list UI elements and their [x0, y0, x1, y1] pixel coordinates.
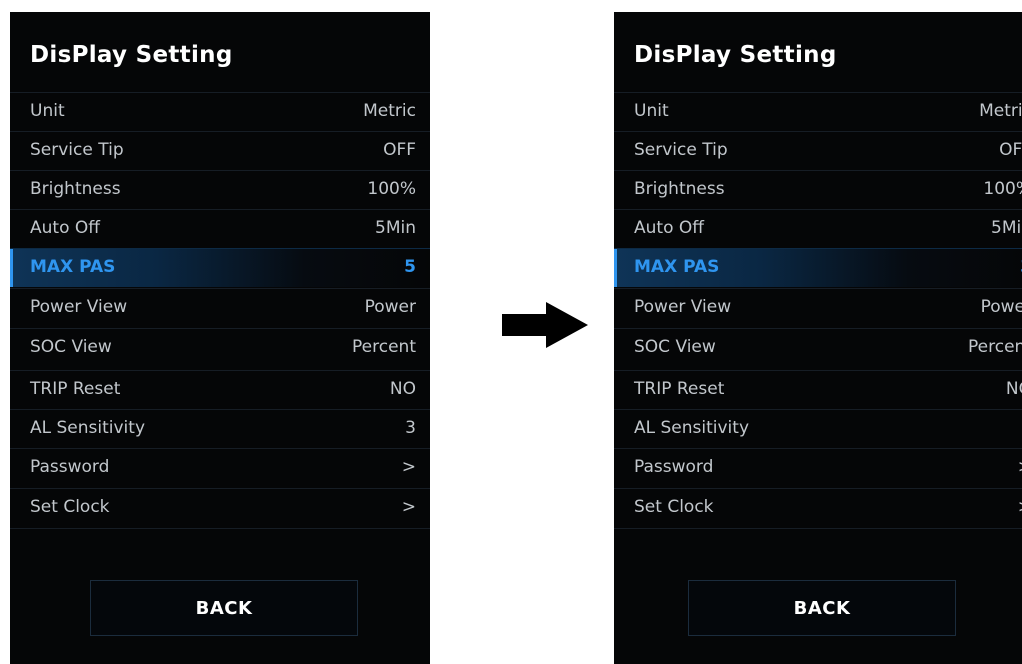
display-setting-screen-before: DisPlay Setting Unit Metric Service Tip …	[10, 12, 430, 664]
setting-label: SOC View	[30, 337, 112, 357]
setting-row-password[interactable]: Password >	[614, 448, 1022, 487]
setting-row-trip-reset[interactable]: TRIP Reset NO	[10, 370, 430, 409]
chevron-right-icon: >	[1018, 497, 1022, 517]
setting-row-service-tip[interactable]: Service Tip OFF	[10, 131, 430, 170]
setting-row-brightness[interactable]: Brightness 100%	[10, 170, 430, 209]
setting-row-password[interactable]: Password >	[10, 448, 430, 487]
setting-value: 3	[405, 418, 416, 438]
setting-value: 5Min	[991, 218, 1022, 238]
divider	[10, 528, 430, 530]
setting-value: Metric	[979, 101, 1022, 121]
setting-label: Power View	[30, 297, 128, 317]
setting-row-set-clock[interactable]: Set Clock >	[10, 488, 430, 527]
back-button[interactable]: BACK	[688, 580, 956, 636]
setting-label: Password	[30, 457, 110, 477]
setting-label: AL Sensitivity	[30, 418, 146, 438]
setting-label: TRIP Reset	[634, 379, 725, 399]
setting-label: Service Tip	[30, 140, 124, 160]
setting-row-auto-off[interactable]: Auto Off 5Min	[614, 209, 1022, 248]
setting-row-trip-reset[interactable]: TRIP Reset NO	[614, 370, 1022, 409]
setting-label: Set Clock	[30, 497, 110, 517]
setting-label: SOC View	[634, 337, 716, 357]
setting-row-power-view[interactable]: Power View Power	[10, 288, 430, 327]
setting-row-set-clock[interactable]: Set Clock >	[614, 488, 1022, 527]
setting-label: TRIP Reset	[30, 379, 121, 399]
setting-label: AL Sensitivity	[634, 418, 750, 438]
setting-label: MAX PAS	[634, 257, 720, 277]
divider	[614, 528, 1022, 530]
setting-row-al-sensitivity[interactable]: AL Sensitivity 3	[10, 409, 430, 448]
setting-row-soc-view[interactable]: SOC View Percent	[10, 328, 430, 367]
setting-label: Brightness	[30, 179, 121, 199]
page-title: DisPlay Setting	[634, 42, 837, 68]
setting-label: MAX PAS	[30, 257, 116, 277]
setting-value: Metric	[363, 101, 416, 121]
setting-row-max-pas[interactable]: MAX PAS 3	[614, 248, 1022, 287]
display-setting-screen-after: DisPlay Setting Unit Metric Service Tip …	[614, 12, 1022, 664]
setting-value: NO	[1005, 379, 1022, 399]
setting-row-soc-view[interactable]: SOC View Percent	[614, 328, 1022, 367]
setting-value: Power	[364, 297, 416, 317]
setting-value: Power	[980, 297, 1022, 317]
setting-row-unit[interactable]: Unit Metric	[614, 92, 1022, 131]
setting-row-unit[interactable]: Unit Metric	[10, 92, 430, 131]
chevron-right-icon: >	[401, 457, 416, 477]
setting-row-power-view[interactable]: Power View Power	[614, 288, 1022, 327]
chevron-right-icon: >	[401, 497, 416, 517]
setting-value: 100%	[983, 179, 1022, 199]
setting-label: Unit	[634, 101, 669, 121]
right-arrow-icon	[502, 302, 588, 348]
setting-value: 5	[404, 257, 416, 277]
setting-label: Power View	[634, 297, 732, 317]
setting-label: Password	[634, 457, 714, 477]
chevron-right-icon: >	[1018, 457, 1022, 477]
setting-label: Service Tip	[634, 140, 728, 160]
back-button[interactable]: BACK	[90, 580, 358, 636]
setting-value: Percent	[968, 337, 1022, 357]
setting-row-auto-off[interactable]: Auto Off 5Min	[10, 209, 430, 248]
setting-row-service-tip[interactable]: Service Tip OFF	[614, 131, 1022, 170]
setting-label: Set Clock	[634, 497, 714, 517]
setting-row-brightness[interactable]: Brightness 100%	[614, 170, 1022, 209]
setting-label: Auto Off	[634, 218, 704, 238]
setting-label: Unit	[30, 101, 65, 121]
setting-value: 100%	[367, 179, 416, 199]
setting-row-max-pas[interactable]: MAX PAS 5	[10, 248, 430, 287]
setting-value: Percent	[352, 337, 416, 357]
setting-value: 5Min	[375, 218, 416, 238]
setting-value: NO	[389, 379, 416, 399]
setting-value: OFF	[383, 140, 416, 160]
page-title: DisPlay Setting	[30, 42, 233, 68]
setting-label: Auto Off	[30, 218, 100, 238]
setting-value: OFF	[999, 140, 1022, 160]
setting-row-al-sensitivity[interactable]: AL Sensitivity 3	[614, 409, 1022, 448]
setting-label: Brightness	[634, 179, 725, 199]
